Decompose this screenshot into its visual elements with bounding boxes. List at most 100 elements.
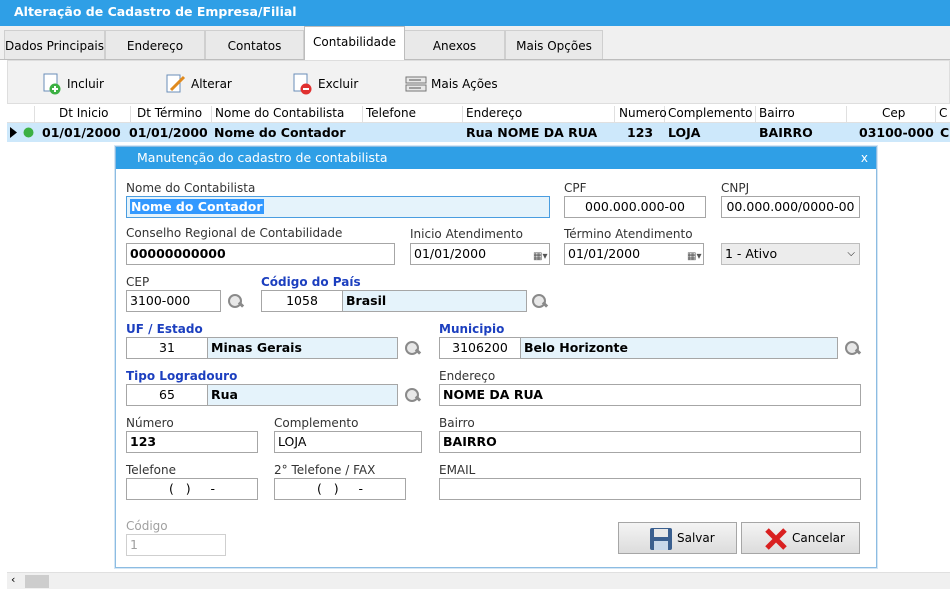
incluir-button[interactable]: Incluir	[41, 71, 104, 97]
bairro-label: Bairro	[439, 416, 475, 430]
search-cep-icon[interactable]	[227, 293, 243, 309]
tab-endereco[interactable]: Endereço	[105, 30, 205, 60]
cep-label: CEP	[126, 275, 150, 289]
row-pointer-icon	[10, 127, 17, 138]
table-row[interactable]: 01/01/2000 01/01/2000 Nome do Contador R…	[7, 123, 950, 142]
delete-document-icon	[292, 73, 314, 95]
cpf-field[interactable]: 000.000.000-00	[564, 196, 706, 218]
numero-field[interactable]: 123	[126, 431, 258, 453]
save-icon	[650, 528, 672, 550]
window-title: Alteração de Cadastro de Empresa/Filial	[0, 0, 950, 26]
search-tipo-logradouro-icon[interactable]	[404, 387, 420, 403]
cancelar-button[interactable]: Cancelar	[741, 522, 860, 554]
tab-contabilidade[interactable]: Contabilidade	[304, 26, 405, 61]
inicio-label: Inicio Atendimento	[410, 227, 523, 241]
inicio-date-field[interactable]: 01/01/2000 ▦▾	[410, 243, 550, 265]
tipo-logradouro-name-field: Rua	[207, 384, 398, 406]
mais-acoes-button[interactable]: Mais Ações	[405, 71, 498, 97]
edit-document-icon	[165, 73, 187, 95]
uf-label: UF / Estado	[126, 322, 203, 336]
tab-mais-opcoes[interactable]: Mais Opções	[505, 30, 603, 60]
horizontal-scrollbar[interactable]: ‹	[7, 572, 950, 589]
col-numero[interactable]: Numero	[615, 106, 667, 123]
col-telefone[interactable]: Telefone	[363, 106, 463, 123]
status-select[interactable]: 1 - Ativo ⌵	[721, 243, 860, 265]
cell-nome: Nome do Contador	[214, 125, 346, 140]
endereco-field[interactable]: NOME DA RUA	[439, 384, 861, 406]
tipo-logradouro-code-field[interactable]: 65	[126, 384, 208, 406]
municipio-name-field: Belo Horizonte	[520, 337, 838, 359]
add-document-icon	[41, 73, 63, 95]
scroll-thumb[interactable]	[25, 575, 49, 588]
termino-date-field[interactable]: 01/01/2000 ▦▾	[564, 243, 704, 265]
telefone-field[interactable]: ( ) -	[126, 478, 258, 500]
col-bairro[interactable]: Bairro	[756, 106, 847, 123]
grid-header: Dt Inicio Dt Término Nome do Contabilist…	[7, 104, 950, 123]
cancel-icon	[765, 528, 787, 550]
email-field[interactable]	[439, 478, 861, 500]
col-dt-termino[interactable]: Dt Término	[131, 106, 212, 123]
cell-cep: 03100-000	[859, 125, 934, 140]
cep-field[interactable]: 3100-000	[126, 290, 221, 312]
salvar-button[interactable]: Salvar	[618, 522, 737, 554]
toolbar: Incluir Alterar Excluir Mais Ações	[7, 60, 950, 104]
crc-label: Conselho Regional de Contabilidade	[126, 226, 343, 240]
pais-name-field: Brasil	[342, 290, 527, 312]
crc-field[interactable]: 00000000000	[126, 243, 395, 265]
termino-label: Término Atendimento	[564, 227, 693, 241]
telefone2-field[interactable]: ( ) -	[274, 478, 406, 500]
col-cep[interactable]: Cep	[847, 106, 936, 123]
pais-code-field[interactable]: 1058	[261, 290, 343, 312]
pais-label: Código do País	[261, 275, 361, 289]
email-label: EMAIL	[439, 463, 476, 477]
calendar-dropdown-icon[interactable]: ▦▾	[687, 247, 701, 262]
endereco-label: Endereço	[439, 369, 496, 383]
contabilista-dialog: Manutenção do cadastro de contabilista x…	[115, 146, 877, 568]
cell-dt-inicio: 01/01/2000	[42, 125, 121, 140]
telefone-label: Telefone	[126, 463, 176, 477]
status-green-icon	[23, 127, 34, 138]
complemento-field[interactable]: LOJA	[274, 431, 422, 453]
municipio-code-field[interactable]: 3106200	[439, 337, 521, 359]
calendar-dropdown-icon[interactable]: ▦▾	[533, 247, 547, 262]
codigo-label: Código	[126, 519, 168, 533]
grid-indicator-header	[7, 106, 35, 123]
col-endereco[interactable]: Endereço	[463, 106, 615, 123]
uf-code-field[interactable]: 31	[126, 337, 208, 359]
bairro-field[interactable]: BAIRRO	[439, 431, 861, 453]
tab-contatos[interactable]: Contatos	[205, 30, 304, 60]
search-pais-icon[interactable]	[531, 293, 547, 309]
municipio-label: Municipio	[439, 322, 505, 336]
telefone2-label: 2° Telefone / FAX	[274, 463, 376, 477]
cell-endereco: Rua NOME DA RUA	[466, 125, 598, 140]
search-municipio-icon[interactable]	[844, 340, 860, 356]
cell-numero: 123	[627, 125, 654, 140]
complemento-label: Complemento	[274, 416, 359, 430]
alterar-button[interactable]: Alterar	[165, 71, 232, 97]
uf-name-field: Minas Gerais	[207, 337, 398, 359]
close-icon[interactable]: x	[861, 147, 868, 169]
excluir-button[interactable]: Excluir	[292, 71, 358, 97]
col-nome-contabilista[interactable]: Nome do Contabilista	[212, 106, 363, 123]
cell-c: C	[940, 125, 950, 140]
col-dt-inicio[interactable]: Dt Inicio	[35, 106, 131, 123]
nome-label: Nome do Contabilista	[126, 181, 256, 195]
search-uf-icon[interactable]	[404, 340, 420, 356]
tab-anexos[interactable]: Anexos	[404, 30, 505, 60]
scroll-left-icon[interactable]: ‹	[11, 573, 15, 586]
actions-icon	[405, 73, 427, 95]
tab-dados-principais[interactable]: Dados Principais	[4, 30, 105, 60]
dialog-title: Manutenção do cadastro de contabilista x	[116, 147, 876, 169]
cnpj-field[interactable]: 00.000.000/0000-00	[721, 196, 860, 218]
numero-label: Número	[126, 416, 174, 430]
col-c[interactable]: C	[936, 106, 950, 123]
cell-dt-termino: 01/01/2000	[129, 125, 208, 140]
col-complemento[interactable]: Complemento	[665, 106, 756, 123]
chevron-down-icon: ⌵	[847, 248, 855, 259]
cpf-label: CPF	[564, 181, 587, 195]
cell-bairro: BAIRRO	[759, 125, 813, 140]
codigo-field: 1	[126, 534, 226, 556]
tipo-logradouro-label: Tipo Logradouro	[126, 369, 238, 383]
nome-field[interactable]: Nome do Contador	[126, 196, 550, 218]
tab-bar: Dados Principais Endereço Contatos Anexo…	[0, 26, 950, 60]
